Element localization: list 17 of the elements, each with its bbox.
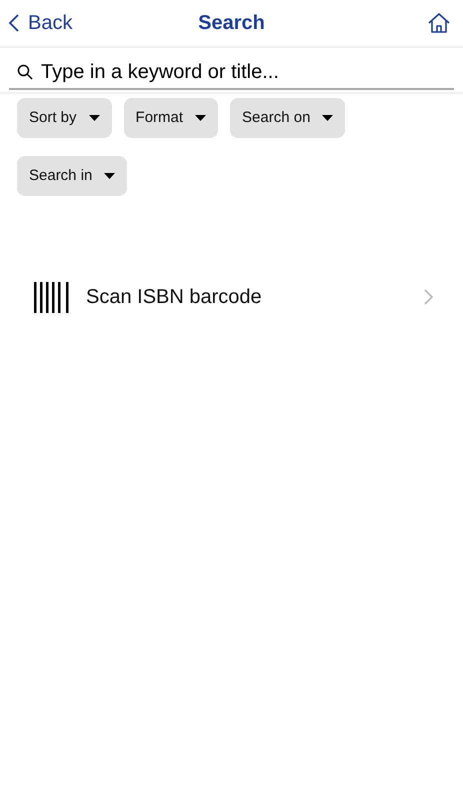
scan-row[interactable]: Scan ISBN barcode [0, 275, 463, 319]
filter-dropdown[interactable]: Sort by [17, 98, 112, 138]
search-field[interactable]: Type in a keyword or title... [41, 57, 446, 87]
chevron-left-icon [8, 13, 20, 33]
search-icon [17, 64, 33, 80]
back-button[interactable]: Back [8, 8, 98, 38]
caret-icon [104, 173, 116, 179]
caret-icon [195, 115, 206, 121]
chevron-right-icon [424, 289, 433, 305]
filter-dropdown[interactable]: Search in [17, 156, 128, 196]
page-title: Search [198, 11, 265, 36]
home-icon[interactable] [427, 12, 451, 34]
caret-icon [322, 115, 334, 121]
filter-dropdown[interactable]: Format [124, 98, 218, 138]
caret-icon [88, 115, 100, 121]
barcode-icon [33, 282, 69, 312]
filter-dropdown[interactable]: Search on [230, 98, 346, 138]
